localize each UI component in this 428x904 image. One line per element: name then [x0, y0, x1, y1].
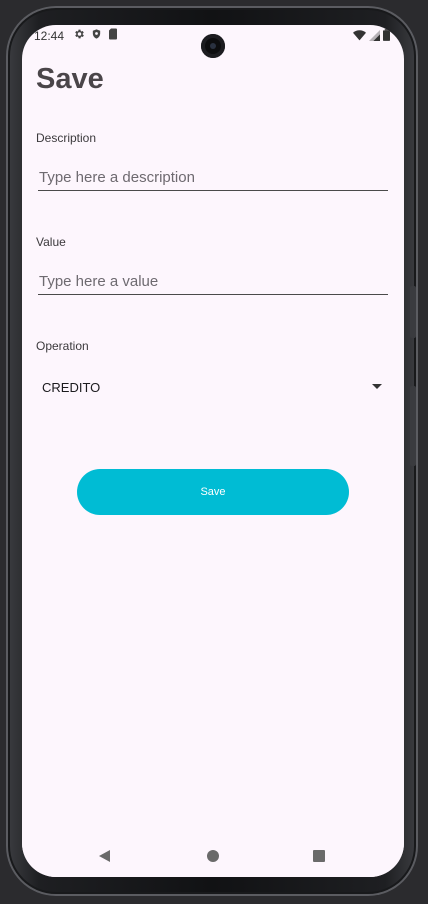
status-icons-left [73, 28, 118, 43]
description-label: Description [36, 131, 97, 145]
back-icon[interactable] [99, 850, 110, 862]
value-field[interactable] [38, 269, 388, 295]
settings-icon [73, 28, 85, 43]
front-camera [201, 34, 225, 58]
value-label: Value [36, 235, 66, 249]
navigation-bar [22, 835, 404, 877]
status-time: 12:44 [34, 29, 65, 43]
battery-icon [383, 29, 390, 44]
dropdown-arrow-icon [372, 384, 382, 389]
status-icons-right [353, 29, 390, 44]
operation-label: Operation [36, 339, 89, 353]
shield-icon [91, 28, 102, 43]
recents-icon[interactable] [313, 850, 325, 862]
signal-icon [369, 29, 380, 44]
operation-selected-value: CREDITO [42, 380, 101, 395]
page-title: Save [36, 63, 104, 95]
operation-dropdown[interactable]: CREDITO [36, 373, 382, 403]
status-bar: 12:44 [22, 25, 404, 58]
power-button [410, 386, 416, 466]
wifi-icon [353, 29, 366, 44]
description-field[interactable] [38, 165, 388, 191]
home-icon[interactable] [207, 850, 219, 862]
save-button[interactable]: Save [77, 469, 349, 515]
app-screen: 12:44 Save Description Type here a descr… [22, 25, 404, 877]
volume-button [410, 286, 416, 338]
sim-card-icon [108, 28, 118, 43]
